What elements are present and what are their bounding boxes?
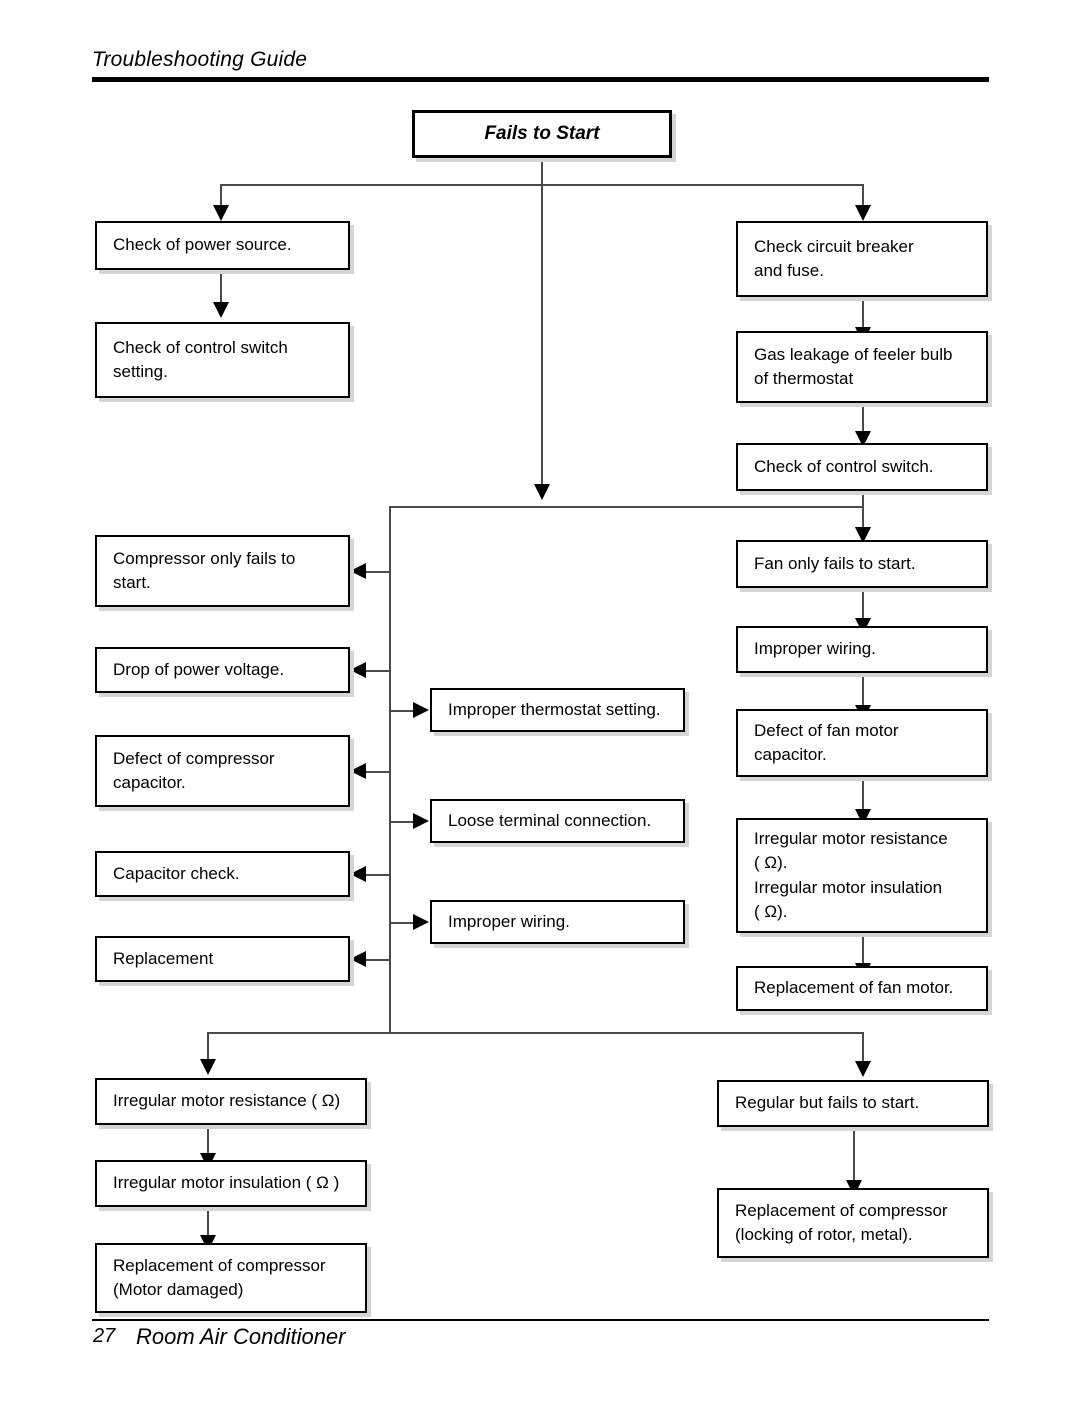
connector-main-trunk: [389, 506, 391, 1033]
node-label: Irregular motor resistance ( Ω). Irregul…: [754, 829, 948, 921]
node-label: Check of power source.: [113, 235, 292, 255]
footer-product-label: Room Air Conditioner: [136, 1324, 346, 1349]
node-label: Irregular motor resistance ( Ω): [113, 1091, 341, 1111]
connector-main-bus: [389, 506, 863, 508]
connector-bottom-bus: [207, 1032, 862, 1034]
arrowhead-to-compressor-only: [350, 563, 366, 579]
node-improper-thermostat-setting[interactable]: Improper thermostat setting.: [430, 688, 685, 732]
node-label: Loose terminal connection.: [448, 810, 652, 830]
arrowhead-to-loose-terminal: [413, 813, 429, 829]
arrowhead-to-capacitor-check: [350, 866, 366, 882]
arrowhead-to-irregular-resistance: [200, 1059, 216, 1075]
node-label: Regular but fails to start.: [735, 1093, 920, 1113]
arrowhead-to-regular-fails: [855, 1061, 871, 1077]
arrowhead-to-drop-voltage: [350, 662, 366, 678]
node-defect-compressor-capacitor[interactable]: Defect of compressor capacitor.: [95, 735, 350, 807]
node-capacitor-check[interactable]: Capacitor check.: [95, 851, 350, 897]
connector-regular-to-replace: [853, 1127, 855, 1187]
node-compressor-only-fails[interactable]: Compressor only fails to start.: [95, 535, 350, 607]
connector-trunk-to-wiring: [389, 922, 415, 924]
node-label: Check of control switch.: [754, 456, 934, 476]
connector-trunk-to-terminal: [389, 821, 415, 823]
arrowhead-to-defect-comp-cap: [350, 763, 366, 779]
node-check-power-source[interactable]: Check of power source.: [95, 221, 350, 270]
node-label: Replacement: [113, 948, 214, 968]
header-divider: [92, 77, 989, 82]
connector-power-to-setting: [220, 270, 222, 306]
node-loose-terminal-connection[interactable]: Loose terminal connection.: [430, 799, 685, 843]
node-replacement-compressor-motor-damaged[interactable]: Replacement of compressor (Motor damaged…: [95, 1243, 367, 1313]
node-label: Improper wiring.: [754, 639, 876, 659]
node-label: Improper thermostat setting.: [448, 699, 661, 719]
node-label: Improper wiring.: [448, 911, 570, 931]
node-irregular-motor-resistance[interactable]: Irregular motor resistance ( Ω): [95, 1078, 367, 1125]
node-label: Capacitor check.: [113, 863, 240, 883]
node-label: Fan only fails to start.: [754, 553, 916, 573]
node-fails-to-start[interactable]: Fails to Start: [412, 110, 672, 158]
node-improper-wiring-right[interactable]: Improper wiring.: [736, 626, 988, 673]
arrowhead-center-to-bus: [534, 484, 550, 500]
node-label: Check circuit breaker and fuse.: [754, 236, 914, 280]
node-irregular-motor-insulation[interactable]: Irregular motor insulation ( Ω ): [95, 1160, 367, 1207]
connector-trunk-to-thermostat: [389, 710, 415, 712]
node-regular-but-fails-to-start[interactable]: Regular but fails to start.: [717, 1080, 989, 1127]
arrowhead-to-improper-wiring-center: [413, 914, 429, 930]
node-fan-only-fails-to-start[interactable]: Fan only fails to start.: [736, 540, 988, 588]
node-label: Gas leakage of feeler bulb of thermostat: [754, 344, 953, 388]
connector-wiring-to-fancap: [862, 673, 864, 709]
node-label: Irregular motor insulation ( Ω ): [113, 1173, 340, 1193]
arrowhead-to-power-source: [213, 205, 229, 221]
node-label: Replacement of compressor (Motor damaged…: [113, 1255, 326, 1299]
connector-fan-to-wiring: [862, 588, 864, 622]
arrowhead-to-improper-thermostat: [413, 702, 429, 718]
page-number: 27: [93, 1325, 116, 1347]
node-defect-fan-motor-capacitor[interactable]: Defect of fan motor capacitor.: [736, 709, 988, 777]
node-check-control-switch-setting[interactable]: Check of control switch setting.: [95, 322, 350, 398]
connector-bottom-right-drop: [862, 1032, 864, 1064]
arrowhead-to-breaker: [855, 205, 871, 221]
node-label: Replacement of compressor (locking of ro…: [735, 1200, 948, 1244]
page-title: Troubleshooting Guide: [92, 48, 308, 71]
node-check-control-switch[interactable]: Check of control switch.: [736, 443, 988, 491]
node-replacement[interactable]: Replacement: [95, 936, 350, 982]
connector-irregular-to-replace: [862, 933, 864, 967]
node-label: Compressor only fails to start.: [113, 548, 296, 592]
node-label: Defect of fan motor capacitor.: [754, 720, 899, 764]
footer-divider: [92, 1319, 989, 1321]
node-label: Replacement of fan motor.: [754, 978, 954, 998]
node-label: Fails to Start: [484, 122, 600, 144]
arrowhead-to-replacement: [350, 951, 366, 967]
node-replacement-compressor-locking-rotor[interactable]: Replacement of compressor (locking of ro…: [717, 1188, 989, 1258]
node-replacement-of-fan-motor[interactable]: Replacement of fan motor.: [736, 966, 988, 1011]
node-label: Drop of power voltage.: [113, 659, 285, 679]
node-drop-of-power-voltage[interactable]: Drop of power voltage.: [95, 647, 350, 693]
node-check-circuit-breaker[interactable]: Check circuit breaker and fuse.: [736, 221, 988, 297]
connector-fancap-to-irregular: [862, 777, 864, 813]
node-label: Check of control switch setting.: [113, 337, 288, 381]
connector-start-stem: [541, 158, 543, 185]
connector-center-down: [541, 184, 543, 484]
node-irregular-fan-motor[interactable]: Irregular motor resistance ( Ω). Irregul…: [736, 818, 988, 933]
connector-breaker-to-gas: [862, 297, 864, 331]
node-improper-wiring-center[interactable]: Improper wiring.: [430, 900, 685, 944]
troubleshooting-guide-page: Troubleshooting Guide Fails to Start Che…: [0, 0, 1080, 1405]
arrowhead-to-control-setting: [213, 302, 229, 318]
node-label: Defect of compressor capacitor.: [113, 748, 275, 792]
connector-bottom-left-drop: [207, 1032, 209, 1062]
node-gas-leakage-feeler-bulb[interactable]: Gas leakage of feeler bulb of thermostat: [736, 331, 988, 403]
